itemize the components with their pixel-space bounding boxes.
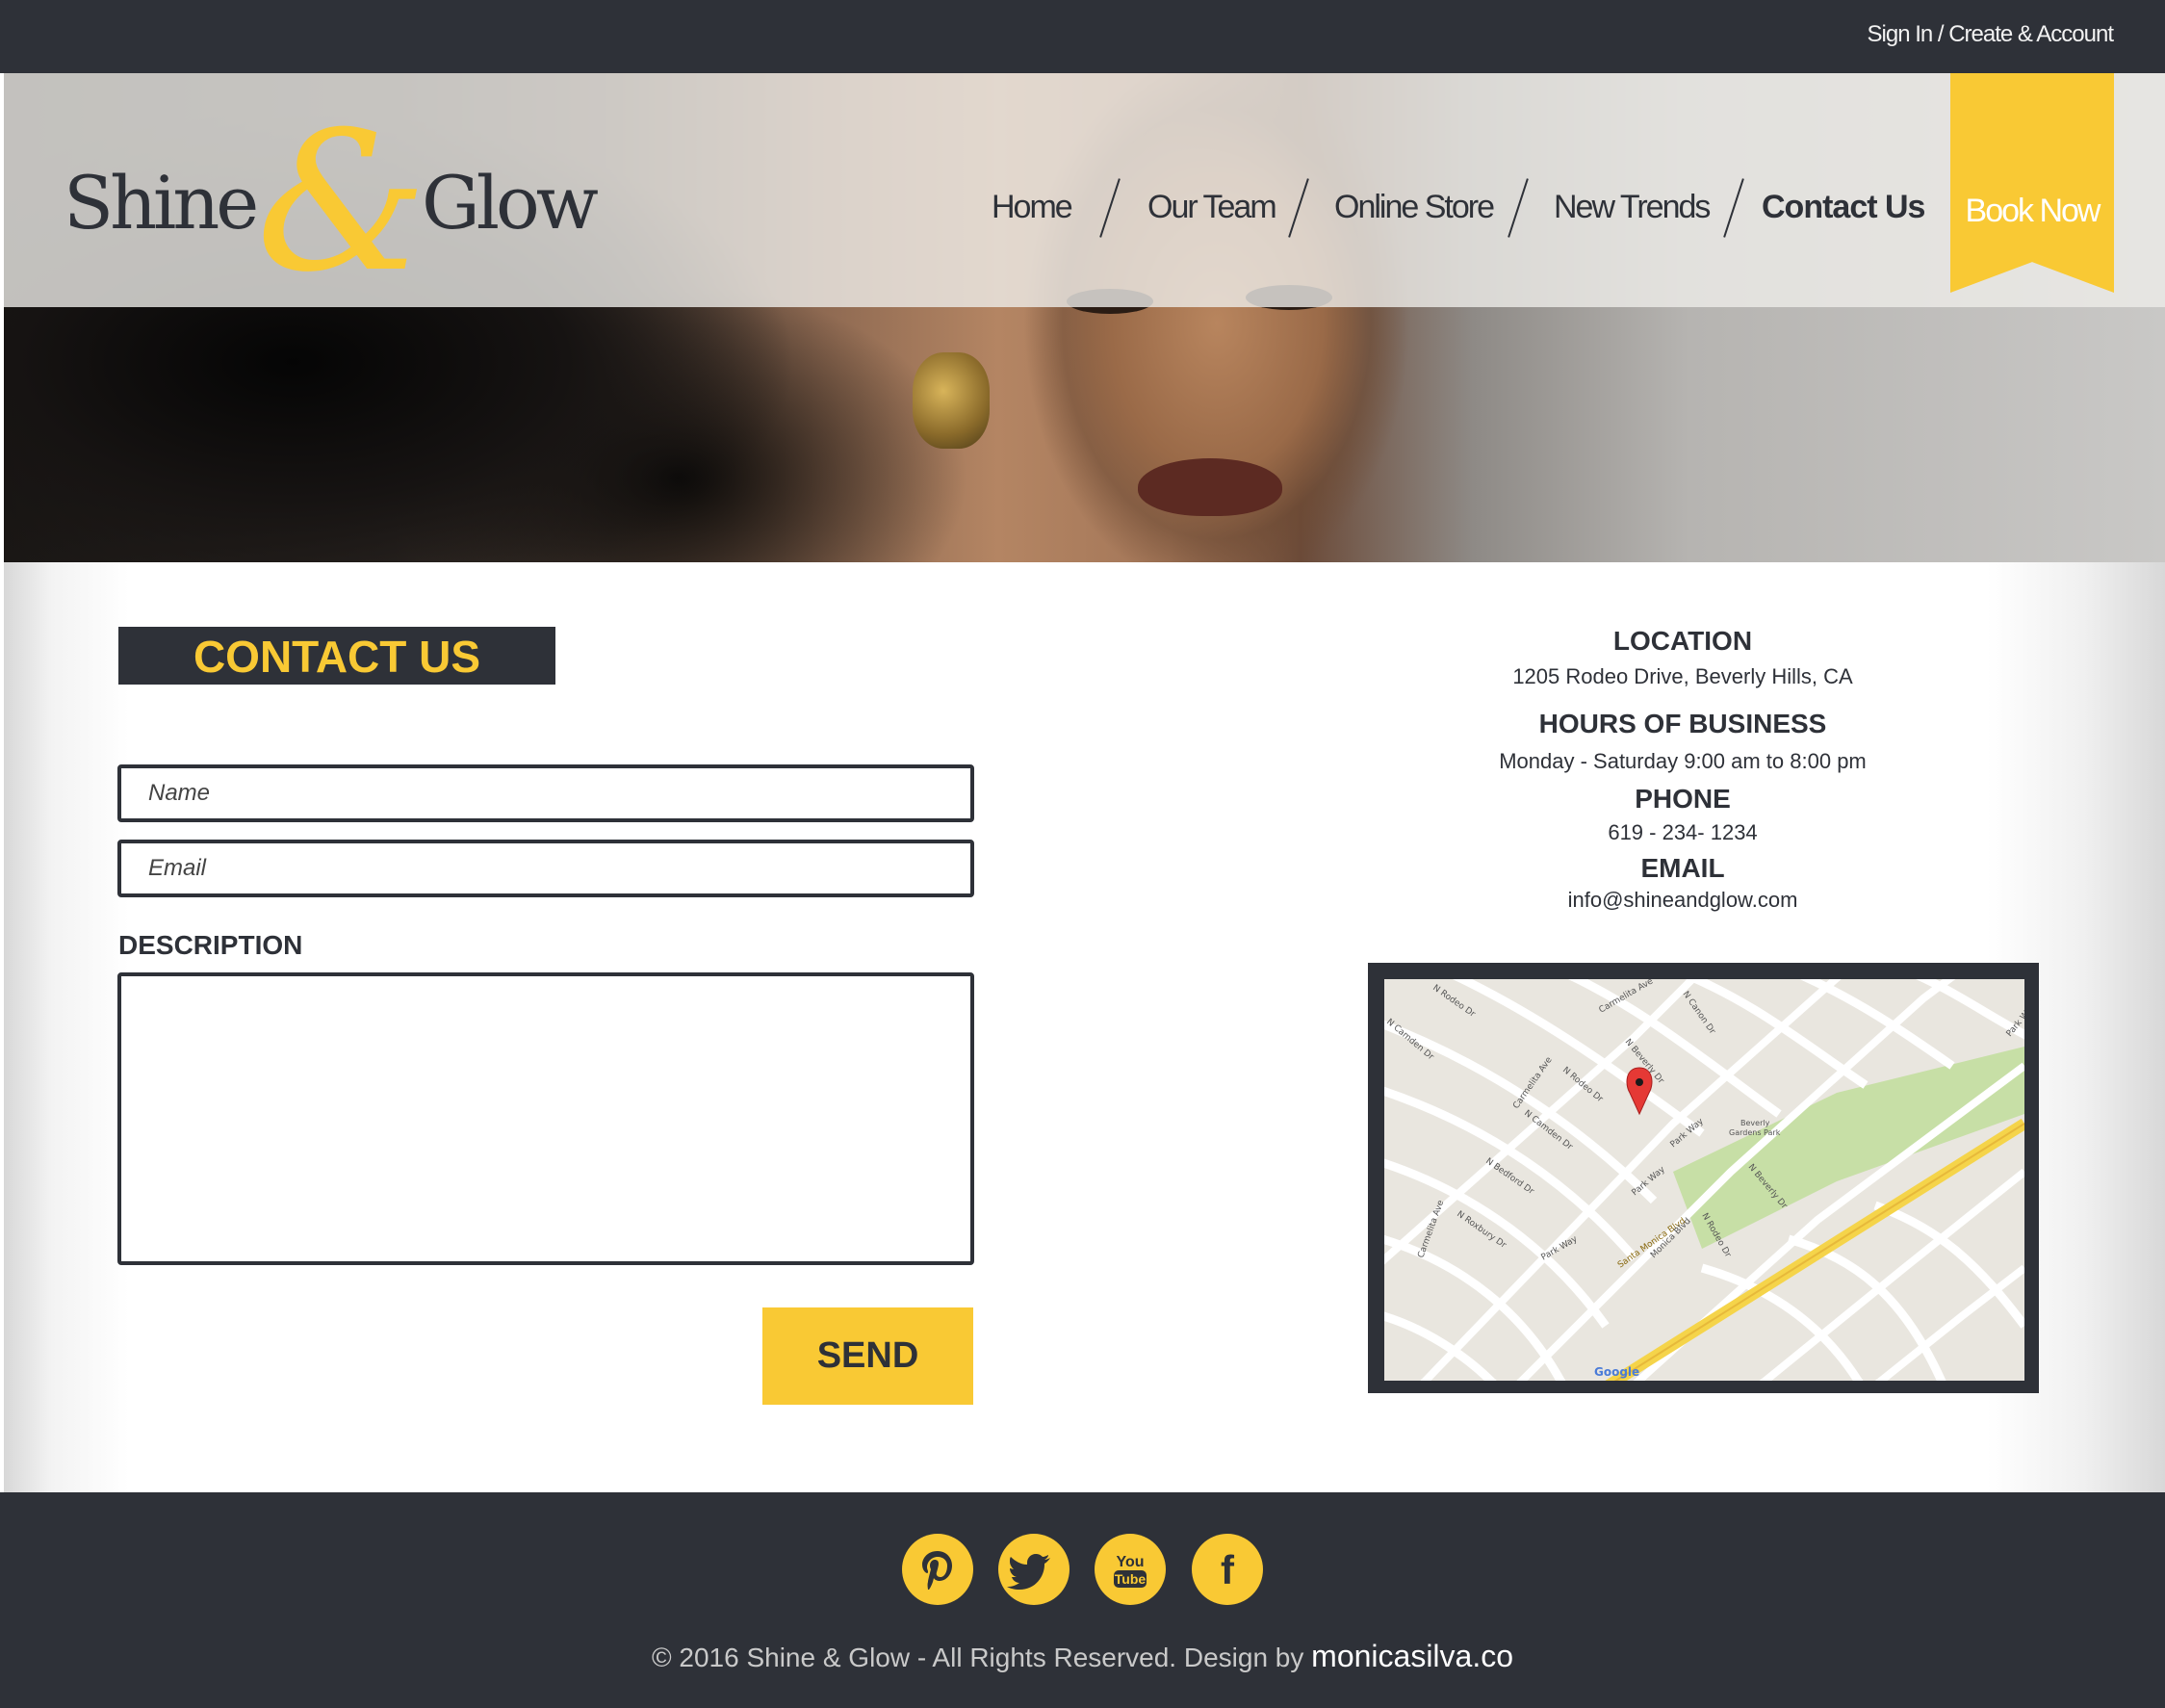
hero-lips [1138,458,1282,516]
contact-heading: CONTACT US [118,627,555,685]
svg-text:Gardens Park: Gardens Park [1729,1128,1781,1137]
youtube-you-text: You [1116,1554,1144,1570]
book-now-button[interactable]: Book Now [1950,73,2114,293]
book-now-label: Book Now [1965,193,2101,229]
map-canvas: N Rodeo Dr Carmelita Ave N Canon Dr N Ca… [1384,979,2024,1381]
copyright-line: © 2016 Shine & Glow - All Rights Reserve… [0,1639,2165,1674]
designer-credit-link[interactable]: monicasilva.co [1311,1639,1513,1673]
logo-word-shine: Shine [64,160,259,246]
hours-title: HOURS OF BUSINESS [1538,709,1827,738]
hero-ring [913,352,990,449]
description-textarea[interactable] [121,976,970,1261]
send-label: SEND [816,1335,919,1376]
logo-word-glow: Glow [422,160,599,246]
facebook-icon[interactable]: f [1192,1534,1263,1605]
contact-heading-text: CONTACT US [193,632,481,682]
description-field[interactable] [117,972,974,1265]
twitter-icon[interactable] [998,1534,1070,1605]
location-map[interactable]: N Rodeo Dr Carmelita Ave N Canon Dr N Ca… [1384,979,2024,1381]
location-value: 1205 Rodeo Drive, Beverly Hills, CA [1512,664,1853,688]
phone-value: 619 - 234- 1234 [1608,820,1758,844]
name-input[interactable] [121,768,970,818]
youtube-tube-text: Tube [1115,1571,1147,1587]
brand-logo[interactable]: Shine & Glow [64,91,603,315]
top-bar: Sign In / Create & Account [0,0,2165,73]
phone-title: PHONE [1635,784,1731,814]
svg-text:Beverly: Beverly [1740,1119,1770,1127]
sign-in-link[interactable]: Sign In / Create & Account [1868,21,2114,48]
location-title: LOCATION [1612,626,1753,656]
nav-contact-us[interactable]: Contact Us [1762,189,1925,226]
nav-online-store[interactable]: Online Store [1334,189,1495,226]
email-input[interactable] [121,843,970,893]
email-title: EMAIL [1640,853,1725,883]
nav-home[interactable]: Home [992,189,1073,226]
email-value[interactable]: info@shineandglow.com [1394,888,1972,913]
logo-ampersand: & [256,91,428,315]
youtube-icon[interactable]: You Tube [1095,1534,1166,1605]
hours-value: Monday - Saturday 9:00 am to 8:00 pm [1499,749,1867,773]
send-button[interactable]: SEND [762,1307,973,1405]
nav-our-team[interactable]: Our Team [1147,189,1277,226]
footer [0,1492,2165,1708]
description-label: DESCRIPTION [118,930,303,960]
facebook-glyph: f [1221,1547,1235,1592]
nav-new-trends[interactable]: New Trends [1554,189,1711,226]
map-frame: N Rodeo Dr Carmelita Ave N Canon Dr N Ca… [1368,963,2039,1393]
copyright-text: © 2016 Shine & Glow - All Rights Reserve… [651,1643,1312,1672]
pinterest-icon[interactable] [902,1534,973,1605]
map-brand: Google [1594,1365,1639,1379]
name-field[interactable] [117,764,974,822]
email-field[interactable] [117,840,974,897]
